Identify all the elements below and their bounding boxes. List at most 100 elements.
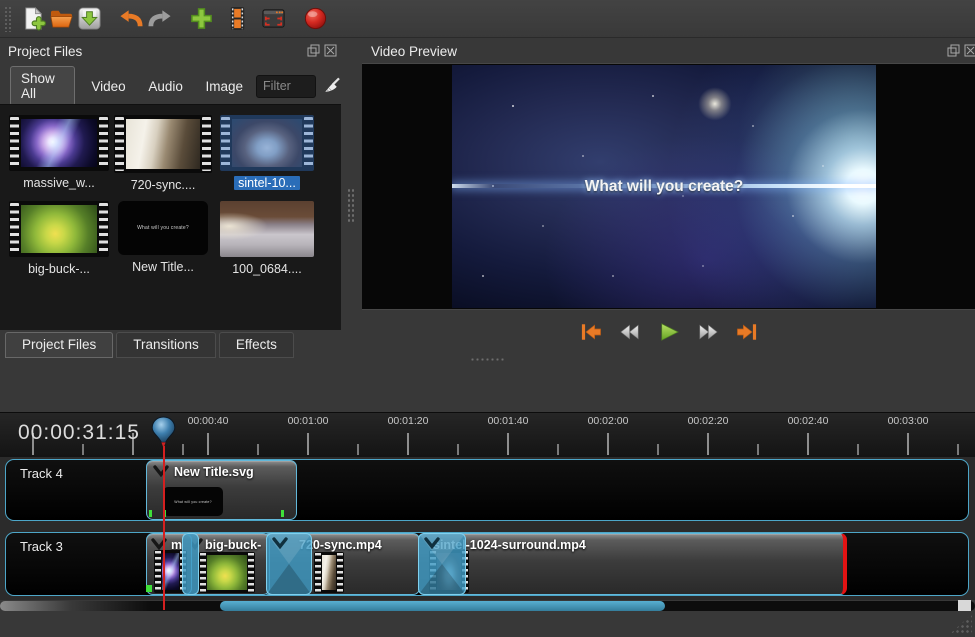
choose-profile-button[interactable] — [223, 5, 251, 33]
ruler-label: 00:01:00 — [263, 415, 353, 427]
open-project-button[interactable] — [47, 5, 75, 33]
clip-menu-chevron-icon[interactable] — [153, 465, 169, 477]
redo-icon — [147, 6, 172, 31]
video-preview-window-controls — [947, 44, 975, 57]
transition-3[interactable] — [418, 533, 466, 595]
file-thumbnail — [126, 119, 200, 169]
transport-controls — [362, 312, 975, 352]
file-item-new-title[interactable]: What will you create? New Title... — [112, 201, 214, 274]
transition-1[interactable] — [182, 533, 199, 595]
fast-forward-icon — [695, 322, 721, 342]
rewind-icon — [617, 322, 643, 342]
jump-to-start-button[interactable] — [576, 319, 606, 345]
new-project-button[interactable] — [19, 5, 47, 33]
new-project-icon — [21, 6, 46, 31]
file-label: New Title... — [128, 260, 198, 274]
filter-input[interactable] — [256, 75, 316, 98]
rewind-button[interactable] — [615, 319, 645, 345]
fullscreen-button[interactable] — [259, 5, 287, 33]
ruler-label: 00:03:00 — [863, 415, 953, 427]
import-files-button[interactable] — [187, 5, 215, 33]
keyframe-tick — [281, 510, 284, 517]
file-item-720-sync[interactable]: 720-sync.... — [112, 115, 214, 192]
timeline-toolbar: + − 20 seconds — [0, 366, 975, 412]
file-item-big-buck[interactable]: big-buck-... — [8, 201, 110, 276]
filter-tab-show-all[interactable]: Show All — [10, 66, 75, 106]
ruler-minor-ticks — [0, 444, 975, 455]
float-panel-icon[interactable] — [307, 44, 320, 57]
file-thumbnail — [232, 119, 302, 167]
transition-menu-chevron-icon[interactable] — [272, 537, 288, 549]
dock-tabs: Project Files Transitions Effects — [5, 332, 294, 358]
playhead-timecode: 00:00:31:15 — [18, 421, 140, 445]
clear-filter-broom-icon[interactable] — [323, 75, 341, 97]
video-preview-frame: What will you create? — [452, 65, 876, 308]
playhead-line[interactable] — [163, 446, 165, 610]
timeline-hscrollbar-thumb[interactable] — [220, 601, 665, 611]
transition-menu-chevron-icon[interactable] — [424, 537, 440, 549]
file-label: 100_0684.... — [228, 262, 306, 276]
panel-splitter-horizontal[interactable] — [470, 357, 506, 362]
play-button[interactable] — [654, 319, 684, 345]
file-item-massive[interactable]: massive_w... — [8, 115, 110, 190]
tab-effects[interactable]: Effects — [219, 332, 294, 358]
clip-label: New Title.svg — [174, 465, 254, 479]
fullscreen-icon — [261, 6, 286, 31]
ruler-label: 00:02:40 — [763, 415, 853, 427]
clip-label: big-buck- — [205, 538, 261, 552]
clip-new-title[interactable]: New Title.svg What will you create? — [146, 460, 297, 520]
clip-thumb-text: What will you create? — [174, 500, 211, 504]
file-thumbnail — [220, 201, 314, 257]
ruler-label: 00:02:00 — [563, 415, 653, 427]
ruler-label: 00:01:40 — [463, 415, 553, 427]
save-project-button[interactable] — [75, 5, 103, 33]
project-files-window-controls — [307, 44, 337, 57]
playhead-marker[interactable] — [151, 416, 176, 449]
project-files-filter-bar: Show All Video Audio Image — [0, 70, 341, 102]
clip-sintel[interactable]: sintel-1024-surround.mp4 — [418, 533, 847, 595]
filter-tab-image[interactable]: Image — [198, 75, 252, 98]
openshot-window: Project Files Show All Video Audio Image — [0, 0, 975, 637]
file-label: sintel-10... — [234, 176, 300, 190]
play-icon — [656, 322, 682, 342]
file-item-100-0684[interactable]: 100_0684.... — [216, 201, 318, 276]
clip-thumbnail — [314, 552, 344, 593]
keyframe-tick — [149, 510, 152, 517]
file-label: big-buck-... — [24, 262, 94, 276]
keyframe-tick — [146, 585, 149, 592]
fast-forward-button[interactable] — [693, 319, 723, 345]
title-thumb-text: What will you create? — [137, 225, 189, 231]
clip-thumbnail: What will you create? — [163, 487, 223, 516]
filter-tab-video[interactable]: Video — [83, 75, 133, 98]
keyframe-tick — [149, 585, 152, 592]
clip-thumbnail — [199, 552, 255, 593]
jump-to-end-button[interactable] — [732, 319, 762, 345]
close-panel-icon[interactable] — [324, 44, 337, 57]
undo-icon — [119, 6, 144, 31]
track-name: Track 3 — [20, 539, 63, 554]
undo-button[interactable] — [117, 5, 145, 33]
float-panel-icon[interactable] — [947, 44, 960, 57]
filmstrip-holes — [10, 117, 19, 169]
window-resize-grip[interactable] — [950, 614, 972, 634]
timeline-tracks-area: Track 4 Track 3 New Title.svg What will … — [0, 457, 975, 600]
panel-splitter-vertical[interactable] — [347, 188, 354, 222]
track-name: Track 4 — [20, 466, 63, 481]
file-thumbnail — [21, 205, 97, 253]
timeline-ruler[interactable]: 00:00:40 00:01:00 00:01:20 00:01:40 00:0… — [0, 412, 975, 457]
file-item-sintel[interactable]: sintel-10... — [216, 115, 318, 190]
close-panel-icon[interactable] — [964, 44, 975, 57]
jump-to-start-icon — [578, 322, 604, 342]
jump-to-end-icon — [734, 322, 760, 342]
tab-transitions[interactable]: Transitions — [116, 332, 216, 358]
record-export-icon — [303, 6, 328, 31]
redo-button[interactable] — [145, 5, 173, 33]
toolbar-drag-handle[interactable] — [4, 6, 13, 32]
ruler-label: 00:00:40 — [163, 415, 253, 427]
filter-tab-audio[interactable]: Audio — [140, 75, 191, 98]
open-project-icon — [49, 6, 74, 31]
export-video-button[interactable] — [301, 5, 329, 33]
tab-project-files[interactable]: Project Files — [5, 332, 113, 358]
file-label: massive_w... — [19, 176, 99, 190]
transition-2[interactable] — [266, 533, 312, 595]
